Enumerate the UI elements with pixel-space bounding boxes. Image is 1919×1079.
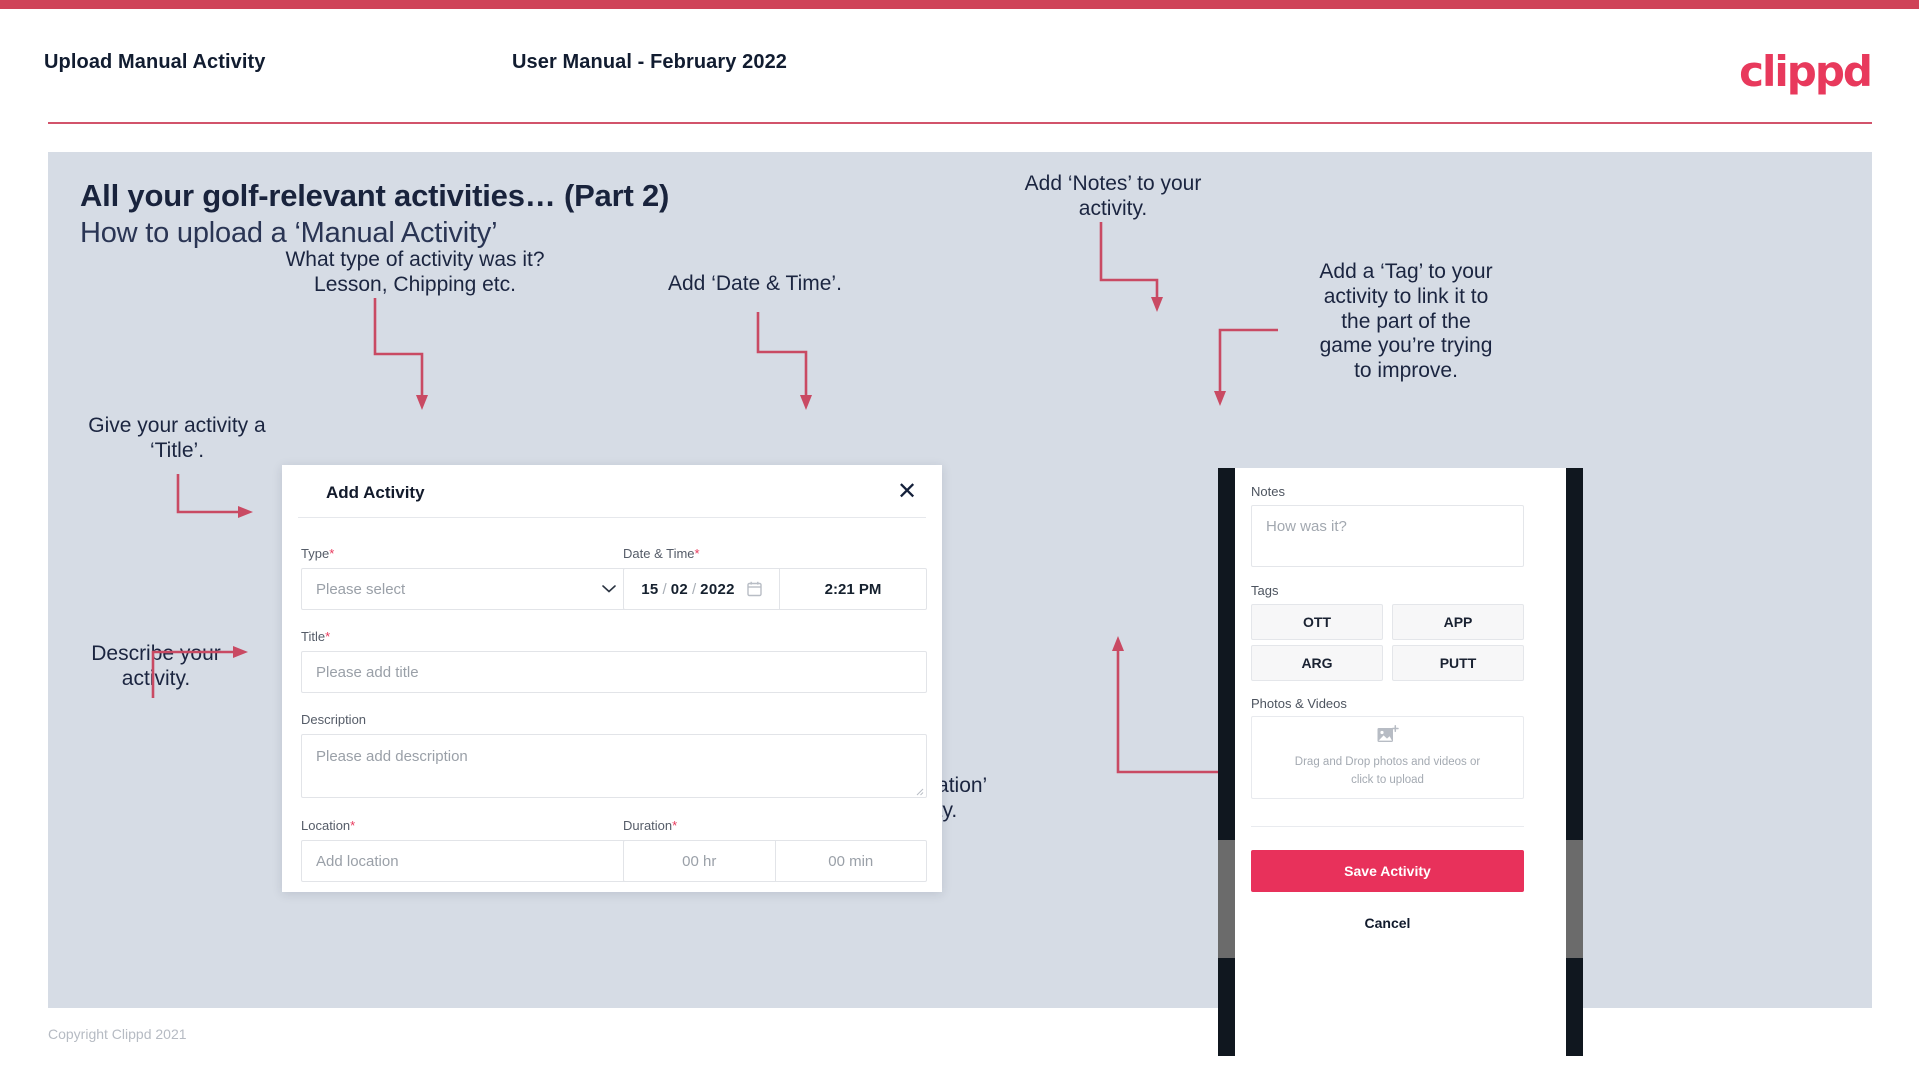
datetime-label: Date & Time* [623,546,700,561]
title-label: Title* [301,629,330,644]
description-textarea[interactable]: Please add description [301,734,927,798]
title-label-text: Title [301,629,326,644]
annotation-type: What type of activity was it? Lesson, Ch… [285,248,545,296]
dialog-title: Add Activity [326,483,425,502]
annotation-description: Describe your activity. [91,642,221,690]
tag-button-arg[interactable]: ARG [1251,645,1383,681]
type-placeholder: Please select [316,580,406,598]
duration-label-text: Duration [623,818,673,833]
date-month: 02 [670,580,688,598]
notes-label: Notes [1251,484,1285,499]
notes-textarea[interactable]: How was it? [1251,505,1524,567]
title-required-mark: * [325,629,331,644]
phone-mockup: Notes How was it? Tags OTT APP ARG PUTT … [1218,468,1583,1056]
chevron-down-icon [602,585,616,593]
dropzone-line-1: Drag and Drop photos and videos or [1294,756,1481,769]
add-activity-dialog: Add Activity ✕ Type* Please select Date … [282,465,942,892]
dropzone-line-2: click to upload [1351,774,1424,786]
add-image-icon [1377,725,1399,743]
dropzone-text: Drag and Drop photos and videos or click… [1295,754,1480,790]
duration-minutes-value: 00 min [828,852,874,870]
type-select[interactable]: Please select [301,568,629,610]
phone-side-button-right [1566,840,1583,958]
date-sep-2: / [692,580,697,598]
annotation-notes: Add ‘Notes’ to your activity. [1024,172,1202,220]
tag-button-app[interactable]: APP [1392,604,1524,640]
location-placeholder: Add location [316,852,399,870]
header-divider [48,122,1872,124]
page-title: All your golf-relevant activities… (Part… [80,178,670,213]
header-left-title: Upload Manual Activity [44,51,266,73]
date-day: 15 [641,580,659,598]
location-required-mark: * [350,818,356,833]
dialog-header: Add Activity ✕ [282,465,942,517]
phone-divider [1251,826,1524,827]
time-input[interactable]: 2:21 PM [780,569,926,609]
datetime-required-mark: * [694,546,700,561]
phone-side-button [1218,840,1235,958]
tag-button-ott[interactable]: OTT [1251,604,1383,640]
duration-hours-value: 00 hr [682,852,717,870]
photos-label: Photos & Videos [1251,696,1347,711]
annotation-title-field: Give your activity a ‘Title’. [88,414,266,462]
save-activity-button[interactable]: Save Activity [1251,850,1524,892]
dialog-divider [298,517,926,518]
phone-bezel-right [1566,468,1583,1056]
calendar-icon[interactable] [747,581,762,597]
phone-screen: Notes How was it? Tags OTT APP ARG PUTT … [1235,468,1566,1056]
tag-button-putt[interactable]: PUTT [1392,645,1524,681]
duration-hours-input[interactable]: 00 hr [624,841,775,881]
description-placeholder: Please add description [316,748,468,765]
slide-panel: All your golf-relevant activities… (Part… [48,152,1872,1056]
resize-grip-icon[interactable] [914,786,924,796]
description-label: Description [301,712,367,727]
location-label-text: Location [301,818,351,833]
datetime-field[interactable]: 15 / 02 / 2022 2:21 PM [623,568,927,610]
date-input[interactable]: 15 / 02 / 2022 [624,569,780,609]
time-value: 2:21 PM [824,580,882,598]
cancel-button[interactable]: Cancel [1251,902,1524,944]
date-sep-1: / [662,580,667,598]
type-label-text: Type [301,546,330,561]
close-icon[interactable]: ✕ [892,477,922,507]
footer-copyright: Copyright Clippd 2021 [48,1026,187,1042]
header-center-title: User Manual - February 2022 [512,51,788,73]
tags-label: Tags [1251,583,1279,598]
page-header: Upload Manual Activity User Manual - Feb… [0,9,1919,126]
phone-bezel-left [1218,468,1235,1056]
slide-page: Upload Manual Activity User Manual - Feb… [0,0,1919,1079]
type-label: Type* [301,546,334,561]
date-year: 2022 [700,580,735,598]
title-input[interactable]: Please add title [301,651,927,693]
annotation-tag: Add a ‘Tag’ to your activity to link it … [1319,260,1493,383]
title-placeholder: Please add title [316,663,419,681]
page-subtitle: How to upload a ‘Manual Activity’ [80,217,498,249]
duration-label: Duration* [623,818,677,833]
location-input[interactable]: Add location [301,840,629,882]
datetime-label-text: Date & Time [623,546,695,561]
duration-required-mark: * [672,818,678,833]
location-label: Location* [301,818,355,833]
top-accent-bar [0,0,1919,9]
duration-field[interactable]: 00 hr 00 min [623,840,927,882]
photo-dropzone[interactable]: Drag and Drop photos and videos or click… [1251,716,1524,799]
clippd-logo: clippd [1739,47,1873,96]
notes-placeholder: How was it? [1266,518,1347,535]
type-required-mark: * [329,546,335,561]
annotation-datetime: Add ‘Date & Time’. [668,272,842,295]
duration-minutes-input[interactable]: 00 min [774,841,927,881]
